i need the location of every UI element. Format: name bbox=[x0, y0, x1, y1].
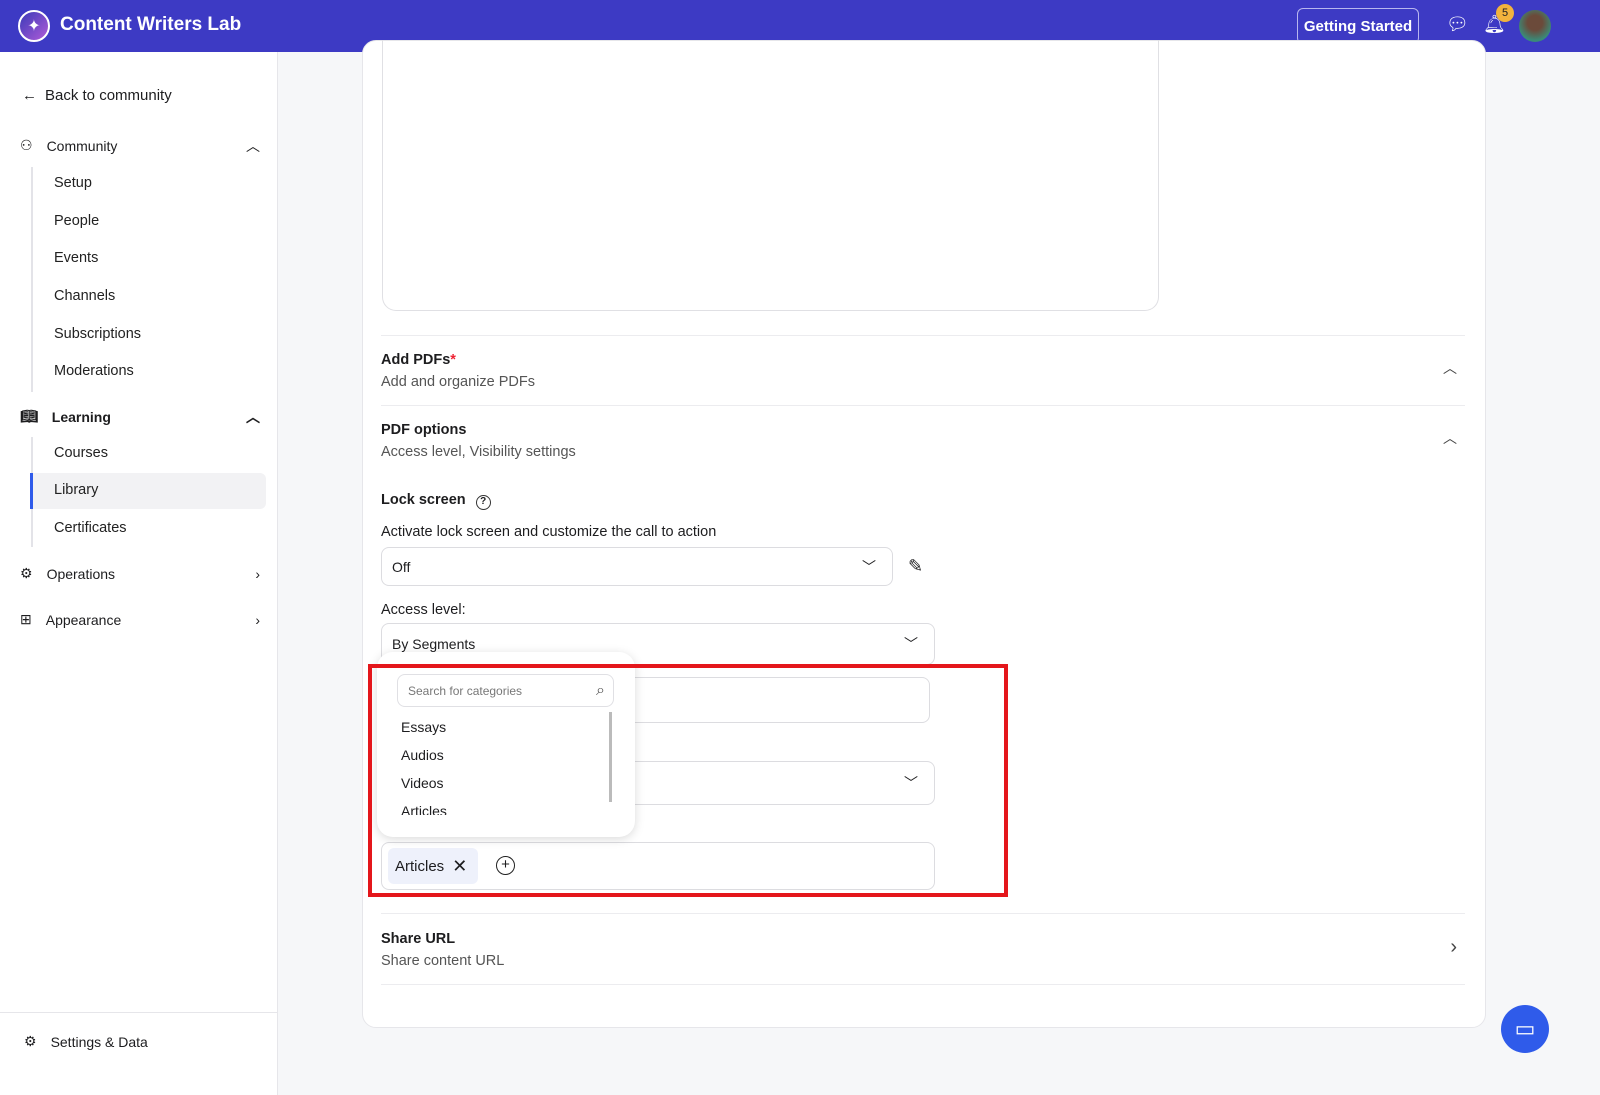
chevron-up-icon: ︿ bbox=[246, 408, 260, 425]
chat-widget-button[interactable]: ▭ bbox=[1501, 1005, 1549, 1053]
sidebar-section-operations[interactable]: ⚙︎ Operations › bbox=[20, 565, 260, 582]
add-pdfs-section[interactable]: Add PDFs* Add and organize PDFs ︿ bbox=[381, 335, 1465, 405]
sidebar-item-certificates[interactable]: Certificates bbox=[54, 520, 127, 536]
chevron-up-icon[interactable]: ︿ bbox=[1443, 358, 1457, 378]
lock-screen-description: Activate lock screen and customize the c… bbox=[381, 524, 717, 540]
pencil-icon[interactable]: ✎ bbox=[908, 556, 923, 577]
book-icon: 📖︎ bbox=[20, 408, 38, 424]
appearance-icon: ⊞ bbox=[20, 611, 32, 627]
lock-screen-select[interactable]: Off ﹀ bbox=[381, 547, 893, 586]
access-level-label: Access level: bbox=[381, 602, 466, 618]
sidebar-item-people[interactable]: People bbox=[54, 213, 99, 229]
sidebar-section-appearance[interactable]: ⊞ Appearance › bbox=[20, 611, 260, 628]
sidebar-section-community[interactable]: ⚇ Community ︿ bbox=[20, 137, 260, 154]
chevron-right-icon: › bbox=[255, 611, 260, 628]
highlight-box bbox=[368, 664, 1008, 897]
notification-badge: 5 bbox=[1496, 4, 1514, 22]
sidebar-item-subscriptions[interactable]: Subscriptions bbox=[54, 326, 141, 342]
section-subtitle: Access level, Visibility settings bbox=[381, 444, 576, 460]
sidebar: ← Back to community ⚇ Community ︿ Setup Peo… bbox=[0, 52, 278, 1095]
app-title: Content Writers Lab bbox=[60, 14, 242, 35]
section-title: PDF options bbox=[381, 422, 467, 438]
sidebar-item-events[interactable]: Events bbox=[54, 250, 98, 266]
sidebar-item-setup[interactable]: Setup bbox=[54, 175, 92, 191]
sidebar-section-learning[interactable]: 📖︎ Learning ︿ bbox=[20, 408, 260, 425]
divider bbox=[31, 167, 33, 392]
operations-icon: ⚙︎ bbox=[20, 565, 33, 581]
logo-icon: ✦ bbox=[18, 10, 50, 42]
help-icon[interactable]: ? bbox=[475, 495, 491, 510]
settings-link[interactable]: ⚙ Settings & Data bbox=[24, 1033, 264, 1050]
sidebar-item-library[interactable]: Library bbox=[54, 482, 98, 498]
chat-icon[interactable]: 💬︎ bbox=[1446, 14, 1469, 35]
chevron-right-icon[interactable]: › bbox=[1450, 936, 1457, 959]
lock-screen-label: Lock screen ? bbox=[381, 492, 491, 510]
avatar[interactable] bbox=[1519, 10, 1551, 42]
description-editor[interactable] bbox=[382, 40, 1159, 311]
chevron-down-icon: ﹀ bbox=[862, 558, 876, 575]
chevron-down-icon: ﹀ bbox=[904, 636, 918, 652]
chevron-up-icon: ︿ bbox=[246, 137, 260, 154]
arrow-left-icon: ← bbox=[22, 87, 37, 104]
sidebar-item-moderations[interactable]: Moderations bbox=[54, 363, 134, 379]
community-icon: ⚇ bbox=[20, 137, 33, 153]
selected-value: By Segments bbox=[392, 636, 476, 652]
sidebar-item-courses[interactable]: Courses bbox=[54, 445, 108, 461]
share-url-section[interactable]: Share URL Share content URL › bbox=[381, 913, 1465, 985]
settings-footer: ⚙ Settings & Data bbox=[0, 1012, 278, 1095]
section-subtitle: Share content URL bbox=[381, 953, 505, 969]
chevron-right-icon: › bbox=[255, 565, 260, 582]
selected-value: Off bbox=[392, 558, 411, 575]
pdf-options-section[interactable]: PDF options Access level, Visibility set… bbox=[381, 405, 1465, 475]
chevron-up-icon[interactable]: ︿ bbox=[1443, 428, 1457, 448]
getting-started-button[interactable]: Getting Started bbox=[1297, 8, 1419, 44]
section-title: Add PDFs bbox=[381, 352, 451, 368]
required-mark: * bbox=[450, 352, 456, 368]
gear-icon: ⚙ bbox=[24, 1033, 37, 1049]
section-subtitle: Add and organize PDFs bbox=[381, 374, 535, 390]
sidebar-item-channels[interactable]: Channels bbox=[54, 288, 115, 304]
section-title: Share URL bbox=[381, 931, 456, 947]
back-to-community-link[interactable]: ← Back to community bbox=[22, 87, 172, 104]
